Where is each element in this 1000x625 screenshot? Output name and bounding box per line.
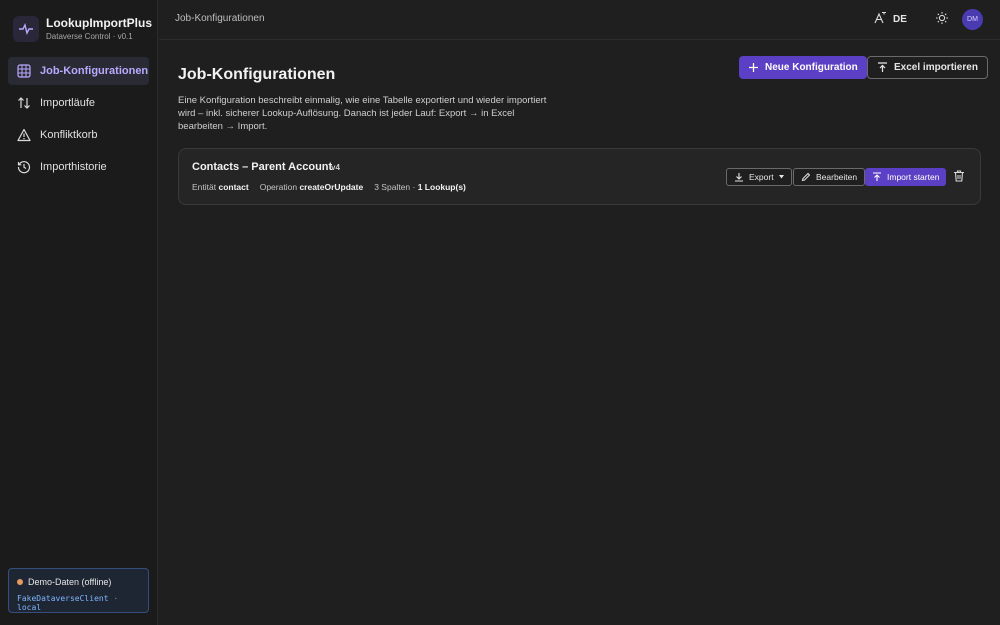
sidebar-item-job-konfigurationen[interactable]: Job-Konfigurationen (8, 57, 149, 85)
language-label: DE (893, 13, 907, 25)
new-configuration-button[interactable]: Neue Konfiguration (739, 56, 867, 79)
topbar: Job-Konfigurationen DE DM (159, 0, 1000, 40)
demo-client-name: FakeDataverseClient (17, 594, 109, 603)
language-switcher[interactable]: DE (874, 11, 907, 27)
table-grid-icon (16, 63, 32, 79)
import-excel-label: Excel importieren (894, 62, 978, 73)
export-label: Export (749, 172, 774, 182)
upload-icon (877, 62, 888, 73)
pencil-icon (801, 172, 811, 182)
lookups-count: 1 Lookup(s) (417, 182, 466, 192)
user-avatar[interactable]: DM (962, 9, 983, 30)
sidebar-item-label: Konfliktkorb (40, 129, 98, 141)
sidebar-item-label: Importhistorie (40, 161, 107, 173)
download-icon (734, 172, 744, 182)
theme-toggle-sun-icon[interactable] (935, 11, 951, 27)
import-excel-button[interactable]: Excel importieren (867, 56, 988, 79)
config-version-badge: v4 (331, 163, 340, 172)
demo-separator: · (113, 594, 119, 603)
upload-icon (872, 172, 882, 182)
new-configuration-label: Neue Konfiguration (765, 62, 858, 73)
sidebar: LookupImportPlus Dataverse Control · v0.… (0, 0, 158, 625)
operation-value: createOrUpdate (299, 182, 364, 192)
config-meta: Entität contact Operation createOrUpdate… (192, 182, 466, 192)
app-logo-icon (13, 16, 39, 42)
page-title: Job-Konfigurationen (178, 66, 336, 83)
caret-down-icon (778, 175, 784, 179)
translate-icon (874, 11, 887, 27)
app-version: Dataverse Control · v0.1 (46, 31, 133, 41)
sidebar-item-importlaeufe[interactable]: Importläufe (8, 89, 149, 117)
sidebar-item-konfliktkorb[interactable]: Konfliktkorb (8, 121, 149, 149)
warning-triangle-icon (16, 127, 32, 143)
app-title: LookupImportPlus (46, 15, 152, 30)
export-dropdown-button[interactable]: Export (726, 168, 792, 186)
breadcrumb: Job-Konfigurationen (175, 13, 265, 24)
plus-icon (748, 62, 759, 73)
status-dot-icon (17, 579, 23, 585)
edit-button[interactable]: Bearbeiten (793, 168, 866, 186)
entity-label: Entität (192, 182, 217, 192)
operation-label: Operation (259, 182, 298, 192)
columns-count: 3 Spalten · (374, 182, 416, 192)
job-config-card: Contacts – Parent Account v4 Entität con… (178, 148, 981, 205)
entity-value: contact (218, 182, 249, 192)
delete-trash-icon[interactable] (952, 169, 968, 185)
page-description: Eine Konfiguration beschreibt einmalig, … (178, 95, 547, 132)
demo-data-card: Demo-Daten (offline) FakeDataverseClient… (8, 568, 149, 613)
demo-status: Demo-Daten (offline) (28, 577, 112, 587)
start-import-label: Import starten (887, 172, 940, 182)
edit-label: Bearbeiten (816, 172, 858, 182)
demo-mode: local (17, 603, 42, 612)
brand-text: LookupImportPlus Dataverse Control · v0.… (46, 16, 152, 43)
start-import-button[interactable]: Import starten (865, 168, 947, 186)
arrows-up-down-icon (16, 95, 32, 111)
config-title: Contacts – Parent Account (192, 161, 333, 173)
history-clock-icon (16, 159, 32, 175)
sidebar-item-importhistorie[interactable]: Importhistorie (8, 153, 149, 181)
sidebar-item-label: Job-Konfigurationen (40, 65, 149, 77)
sidebar-item-label: Importläufe (40, 97, 96, 109)
brand: LookupImportPlus Dataverse Control · v0.… (13, 14, 152, 44)
sidebar-nav: Job-Konfigurationen Importläufe Konflikt… (8, 57, 149, 185)
